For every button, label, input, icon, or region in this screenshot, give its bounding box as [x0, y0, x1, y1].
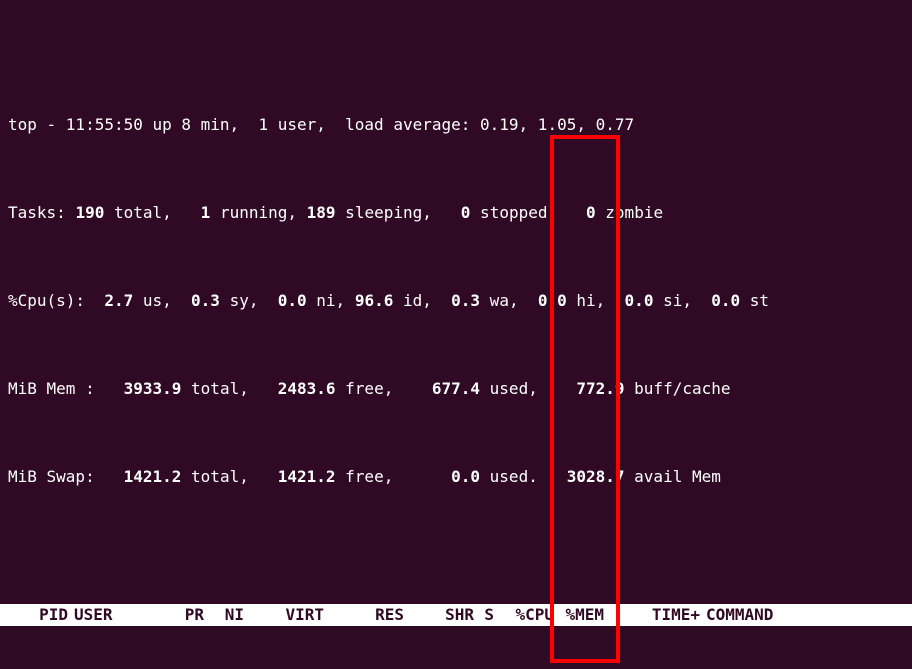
summary-mem: MiB Mem : 3933.9 total, 2483.6 free, 677…	[8, 378, 904, 400]
col-cmd[interactable]: COMMAND	[700, 604, 816, 626]
col-user[interactable]: USER	[68, 604, 154, 626]
summary-swap: MiB Swap: 1421.2 total, 1421.2 free, 0.0…	[8, 466, 904, 488]
col-cpu[interactable]: %CPU	[494, 604, 554, 626]
col-virt[interactable]: VIRT	[244, 604, 324, 626]
col-pid[interactable]: PID	[8, 604, 68, 626]
col-s[interactable]: S	[474, 604, 494, 626]
column-header-row[interactable]: PIDUSERPRNIVIRTRESSHRS%CPU%MEMTIME+COMMA…	[0, 604, 912, 626]
summary-area: top - 11:55:50 up 8 min, 1 user, load av…	[8, 70, 904, 532]
col-pr[interactable]: PR	[154, 604, 204, 626]
col-time[interactable]: TIME+	[604, 604, 700, 626]
summary-uptime: top - 11:55:50 up 8 min, 1 user, load av…	[8, 114, 904, 136]
col-shr[interactable]: SHR	[404, 604, 474, 626]
terminal-window[interactable]: top - 11:55:50 up 8 min, 1 user, load av…	[0, 0, 912, 669]
col-ni[interactable]: NI	[204, 604, 244, 626]
col-mem[interactable]: %MEM	[554, 604, 604, 626]
summary-cpu: %Cpu(s): 2.7 us, 0.3 sy, 0.0 ni, 96.6 id…	[8, 290, 904, 312]
col-res[interactable]: RES	[324, 604, 404, 626]
summary-tasks: Tasks: 190 total, 1 running, 189 sleepin…	[8, 202, 904, 224]
